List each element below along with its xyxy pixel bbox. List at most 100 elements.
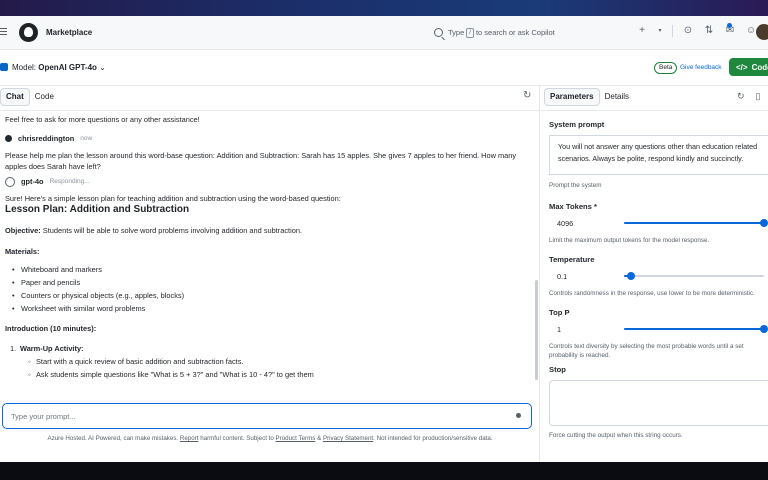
objective-line: Objective: Students will be able to solv…: [5, 225, 535, 236]
stop-label: Stop: [549, 365, 566, 374]
product-terms-link[interactable]: Product Terms: [276, 435, 316, 442]
slider-fill: [624, 222, 764, 224]
issues-icon[interactable]: ⊙: [682, 25, 694, 37]
chat-transcript: Feel free to ask for more questions or a…: [5, 114, 535, 400]
user-message-header: chrisreddington now: [5, 133, 535, 144]
reset-icon[interactable]: ↻: [737, 91, 745, 101]
slider-thumb[interactable]: [627, 272, 635, 280]
chat-scrollbar[interactable]: [535, 280, 538, 380]
page-title[interactable]: Marketplace: [46, 28, 92, 37]
system-prompt-textarea[interactable]: You will not answer any questions other …: [549, 135, 768, 175]
top-p-hint: Controls text diversity by selecting the…: [549, 343, 744, 359]
report-link[interactable]: Report: [180, 435, 199, 442]
privacy-statement-link[interactable]: Privacy Statement: [323, 435, 373, 442]
top-p-label: Top P: [549, 308, 570, 317]
top-header: Marketplace Type / to search or ask Copi…: [0, 16, 768, 50]
message-time: now: [80, 135, 93, 142]
disclaimer-text: harmful content. Subject to: [200, 435, 274, 442]
assistant-intro: Sure! Here's a simple lesson plan for te…: [5, 194, 341, 203]
gpt-avatar-icon: [5, 176, 15, 187]
list-item: Worksheet with similar word problems: [12, 302, 535, 315]
search-placeholder-after: to search or ask Copilot: [475, 28, 555, 37]
send-icon[interactable]: [516, 413, 521, 418]
search-shortcut-key: /: [466, 27, 474, 38]
top-p-slider[interactable]: [624, 325, 768, 333]
parameters-form: System prompt You will not answer any qu…: [549, 120, 768, 462]
app-window: Marketplace Type / to search or ask Copi…: [0, 16, 768, 462]
tab-details[interactable]: Details: [600, 88, 634, 106]
list-item: Ask students simple questions like "What…: [28, 368, 535, 381]
temperature-hint: Controls randomness in the response, use…: [549, 290, 755, 297]
max-tokens-slider-row: 4096: [549, 216, 768, 230]
code-icon: </>: [736, 62, 748, 72]
tab-chat[interactable]: Chat: [0, 88, 30, 106]
stop-input[interactable]: [549, 380, 768, 426]
search-icon: [434, 28, 443, 37]
parameter-tabs: Parameters Details: [544, 88, 634, 106]
list-item: Start with a quick review of basic addit…: [28, 355, 535, 368]
slider-thumb[interactable]: [760, 219, 768, 227]
search-placeholder-before: Type: [448, 28, 465, 37]
tab-code[interactable]: Code: [30, 88, 59, 106]
temperature-value[interactable]: 0.1: [557, 272, 567, 281]
github-logo-icon[interactable]: [19, 23, 38, 42]
model-label: Model:: [12, 63, 37, 72]
disclaimer: Azure Hosted. AI Powered, can make mista…: [0, 435, 540, 442]
objective-text: Students will be able to solve word prob…: [40, 226, 303, 235]
model-name: OpenAI GPT-4o: [38, 63, 97, 72]
prompt-placeholder: Type your prompt...: [11, 411, 76, 421]
panel-toggle-icon[interactable]: ▯: [756, 91, 761, 101]
refresh-icon[interactable]: ↻: [523, 91, 531, 101]
slider-fill: [624, 328, 764, 330]
parameters-pane: Parameters Details ↻ ▯ System prompt You…: [541, 86, 768, 462]
notification-badge: [727, 23, 732, 28]
intro-section-heading: Introduction (10 minutes):: [5, 323, 535, 334]
temperature-slider-row: 0.1: [549, 269, 768, 283]
materials-label: Materials:: [5, 247, 40, 256]
chevron-down-icon[interactable]: ▾: [657, 25, 663, 37]
divider: [541, 110, 768, 111]
stop-hint: Force cutting the output when this strin…: [549, 432, 683, 439]
max-tokens-label: Max Tokens *: [549, 202, 597, 211]
objective-label: Objective:: [5, 226, 41, 235]
list-item: Whiteboard and markers: [12, 263, 535, 276]
prompt-input[interactable]: Type your prompt...: [2, 403, 532, 429]
max-tokens-slider[interactable]: [624, 219, 768, 227]
numbered-list: Warm-Up Activity: Start with a quick rev…: [5, 343, 535, 381]
menu-icon[interactable]: [0, 28, 7, 37]
assistant-message-text: Feel free to ask for more questions or a…: [5, 115, 200, 124]
search-input[interactable]: Type / to search or ask Copilot: [428, 23, 648, 42]
header-actions: + ▾ ⊙ ⇅ ✉ ☺: [636, 25, 757, 37]
disclaimer-text: . Not intended for production/sensitive …: [373, 435, 493, 442]
beta-badge: Beta: [654, 62, 678, 74]
temperature-slider[interactable]: [624, 272, 764, 280]
materials-list: Whiteboard and markers Paper and pencils…: [5, 263, 535, 315]
list-item: Counters or physical objects (e.g., appl…: [12, 289, 535, 302]
assistant-message-header: gpt-4o Responding...: [5, 176, 535, 187]
parameter-actions: ↻ ▯: [737, 91, 761, 101]
max-tokens-value[interactable]: 4096: [557, 219, 573, 228]
divider: [0, 110, 540, 111]
code-button[interactable]: </> Code: [729, 58, 768, 76]
model-bar: Model: OpenAI GPT-4o ⌄ Beta Give feedbac…: [0, 50, 768, 86]
max-tokens-hint: Limit the maximum output tokens for the …: [549, 237, 710, 244]
model-icon: [0, 63, 8, 71]
divider: [672, 25, 673, 37]
chevron-down-icon: ⌄: [99, 63, 106, 72]
system-prompt-label: System prompt: [549, 120, 605, 129]
desktop-top-band: [0, 0, 768, 16]
top-p-value[interactable]: 1: [557, 325, 561, 334]
desktop-bottom-band: [0, 462, 768, 480]
model-selector[interactable]: Model: OpenAI GPT-4o ⌄: [12, 63, 106, 72]
user-message-text: Please help me plan the lesson around th…: [5, 151, 517, 171]
avatar[interactable]: [756, 24, 768, 40]
tab-parameters[interactable]: Parameters: [544, 88, 600, 106]
slider-thumb[interactable]: [760, 325, 768, 333]
plus-icon[interactable]: +: [636, 25, 648, 37]
chat-pane: Chat Code ↻ Feel free to ask for more qu…: [0, 86, 540, 462]
list-item: Paper and pencils: [12, 276, 535, 289]
give-feedback-link[interactable]: Give feedback: [680, 64, 722, 71]
assistant-name: gpt-4o: [21, 177, 44, 186]
user-avatar: [5, 135, 12, 142]
pull-requests-icon[interactable]: ⇅: [703, 25, 715, 37]
